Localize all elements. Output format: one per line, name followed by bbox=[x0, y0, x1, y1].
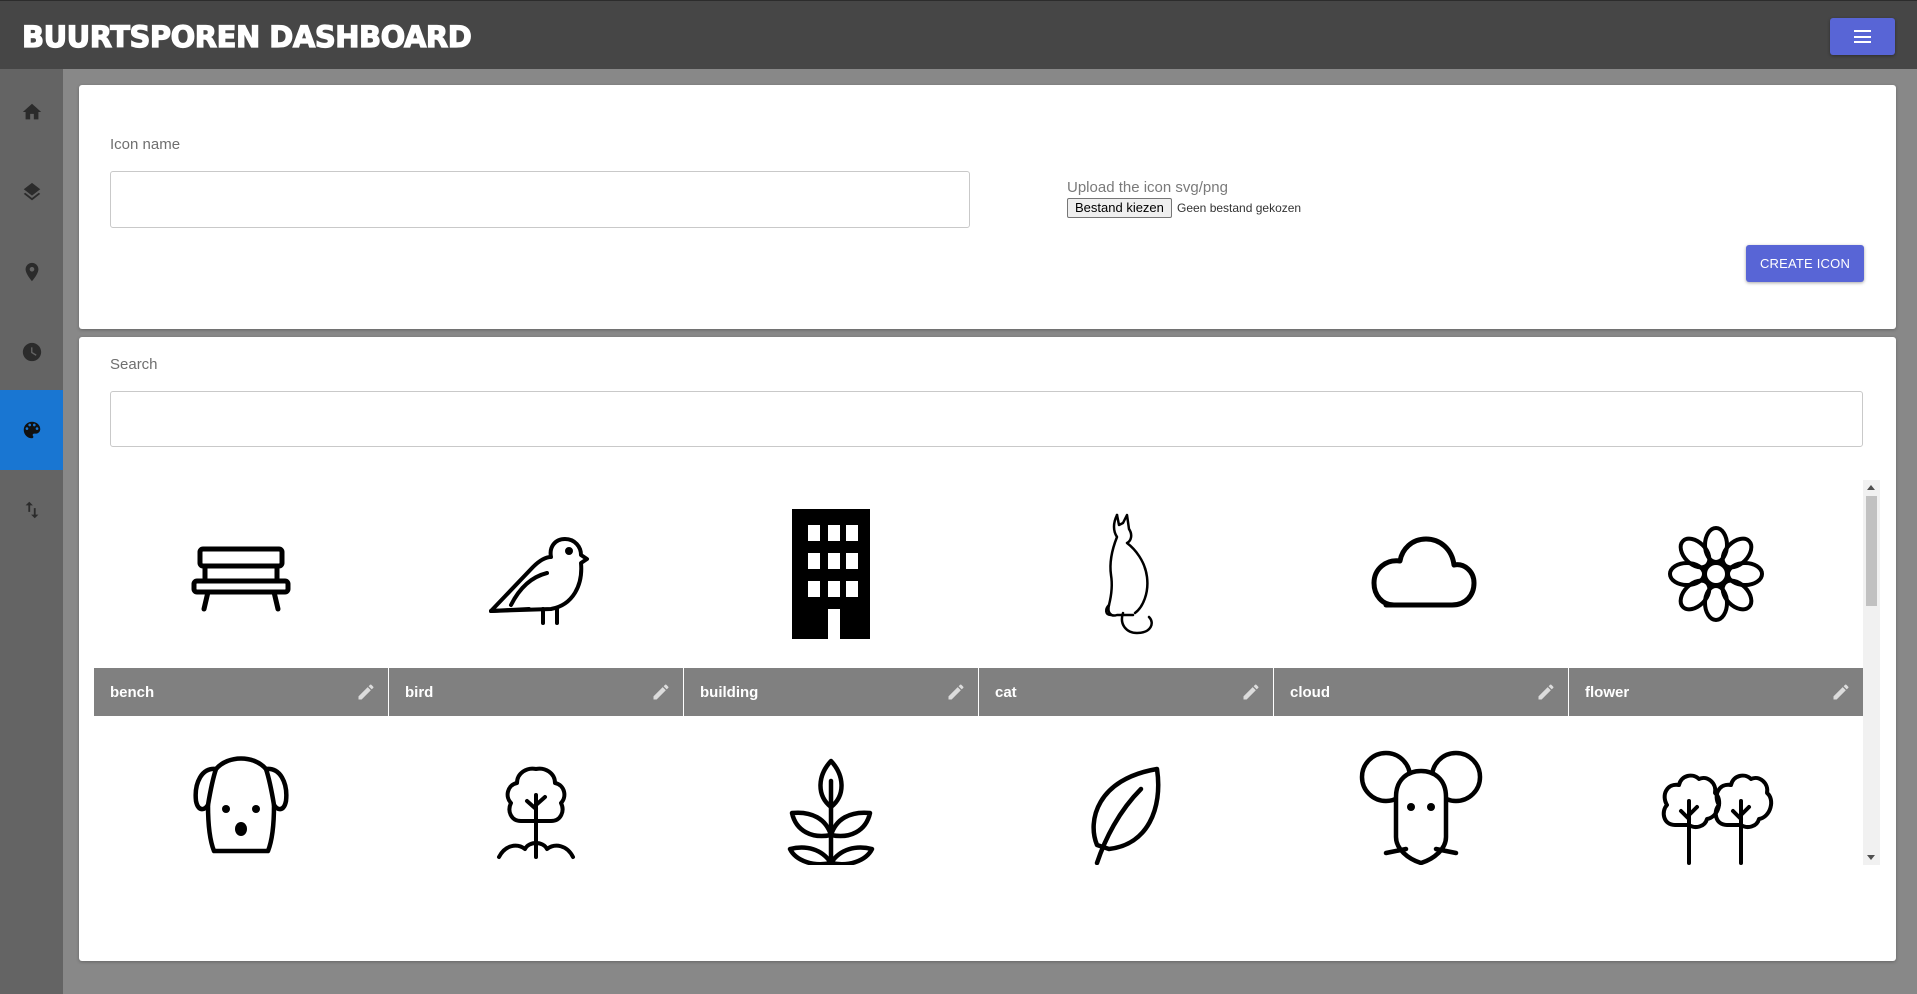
icon-name-label: Icon name bbox=[110, 136, 181, 153]
sidebar-item-icons[interactable] bbox=[0, 390, 63, 470]
bench-icon bbox=[191, 546, 291, 612]
tree-sprout-icon bbox=[497, 766, 575, 859]
icon-tile-bar: bird bbox=[389, 668, 683, 716]
icon-name-label: bird bbox=[405, 683, 434, 701]
dog-icon bbox=[193, 756, 289, 854]
bird-icon bbox=[489, 537, 589, 625]
mouse-icon bbox=[1359, 750, 1483, 865]
plant-icon bbox=[787, 758, 875, 865]
edit-icon[interactable] bbox=[1241, 682, 1261, 702]
icon-tile: cloud bbox=[1274, 480, 1568, 716]
trees-icon bbox=[1661, 773, 1774, 865]
layers-icon bbox=[23, 182, 40, 201]
palette-icon bbox=[23, 421, 40, 439]
icon-tile bbox=[684, 716, 978, 865]
upload-label: Upload the icon svg/png bbox=[1067, 179, 1228, 196]
icon-tile bbox=[389, 716, 683, 865]
sidebar-item-sort[interactable] bbox=[0, 470, 63, 550]
icon-tile: flower bbox=[1569, 480, 1863, 716]
swap-vertical-icon bbox=[25, 501, 38, 519]
edit-icon[interactable] bbox=[946, 682, 966, 702]
icon-tile: building bbox=[684, 480, 978, 716]
clock-icon bbox=[22, 342, 41, 362]
edit-icon[interactable] bbox=[1831, 682, 1851, 702]
flower-icon bbox=[1668, 526, 1764, 622]
icon-grid: bench bird building cat cloud flower bbox=[94, 480, 1876, 865]
menu-button[interactable] bbox=[1830, 18, 1895, 55]
edit-icon[interactable] bbox=[356, 682, 376, 702]
top-bar: BUURTSPOREN DASHBOARD bbox=[0, 0, 1917, 69]
hamburger-menu-icon bbox=[1854, 30, 1871, 43]
icon-tile-bar: building bbox=[684, 668, 978, 716]
icon-tile-bar: cloud bbox=[1274, 668, 1568, 716]
icon-list-card: Search bench bird building cat cloud flo… bbox=[79, 337, 1896, 961]
icon-tile-bar: bench bbox=[94, 668, 388, 716]
search-input[interactable] bbox=[110, 391, 1863, 447]
icon-name-label: building bbox=[700, 683, 759, 701]
search-label: Search bbox=[110, 356, 158, 373]
sidebar bbox=[0, 69, 63, 994]
sidebar-item-history[interactable] bbox=[0, 312, 63, 392]
cloud-icon bbox=[1371, 536, 1477, 608]
icon-tile bbox=[1274, 716, 1568, 865]
icon-name-label: cloud bbox=[1290, 683, 1330, 701]
icon-tile: bird bbox=[389, 480, 683, 716]
icon-name-label: bench bbox=[110, 683, 155, 701]
scroll-down-arrow-icon[interactable] bbox=[1867, 855, 1875, 860]
map-pin-icon bbox=[25, 262, 38, 282]
icon-tile: bench bbox=[94, 480, 388, 716]
sidebar-item-home[interactable] bbox=[0, 72, 63, 152]
icon-tile bbox=[94, 716, 388, 865]
icon-tile-bar: flower bbox=[1569, 668, 1863, 716]
home-icon bbox=[22, 103, 41, 120]
create-icon-card: Icon name Upload the icon svg/png Bestan… bbox=[79, 85, 1896, 329]
building-icon bbox=[792, 509, 870, 639]
app-title: BUURTSPOREN DASHBOARD bbox=[21, 19, 472, 54]
sidebar-item-layers[interactable] bbox=[0, 152, 63, 232]
edit-icon[interactable] bbox=[1536, 682, 1556, 702]
leaf-icon bbox=[1091, 766, 1161, 865]
icon-name-label: cat bbox=[995, 683, 1017, 701]
icon-tile bbox=[979, 716, 1273, 865]
icon-name-label: flower bbox=[1585, 683, 1630, 701]
icon-name-input[interactable] bbox=[110, 171, 970, 228]
cat-icon bbox=[1105, 513, 1153, 635]
icon-grid-scrollbar[interactable] bbox=[1863, 480, 1880, 865]
scroll-up-arrow-icon[interactable] bbox=[1867, 485, 1875, 490]
edit-icon[interactable] bbox=[651, 682, 671, 702]
icon-tile-bar: cat bbox=[979, 668, 1273, 716]
icon-tile: cat bbox=[979, 480, 1273, 716]
choose-file-button[interactable]: Bestand kiezen bbox=[1067, 198, 1172, 218]
scrollbar-thumb[interactable] bbox=[1866, 496, 1877, 606]
sidebar-item-location[interactable] bbox=[0, 232, 63, 312]
file-status-text: Geen bestand gekozen bbox=[1177, 201, 1302, 215]
create-icon-button[interactable]: CREATE ICON bbox=[1746, 245, 1864, 282]
icon-tile bbox=[1569, 716, 1863, 865]
